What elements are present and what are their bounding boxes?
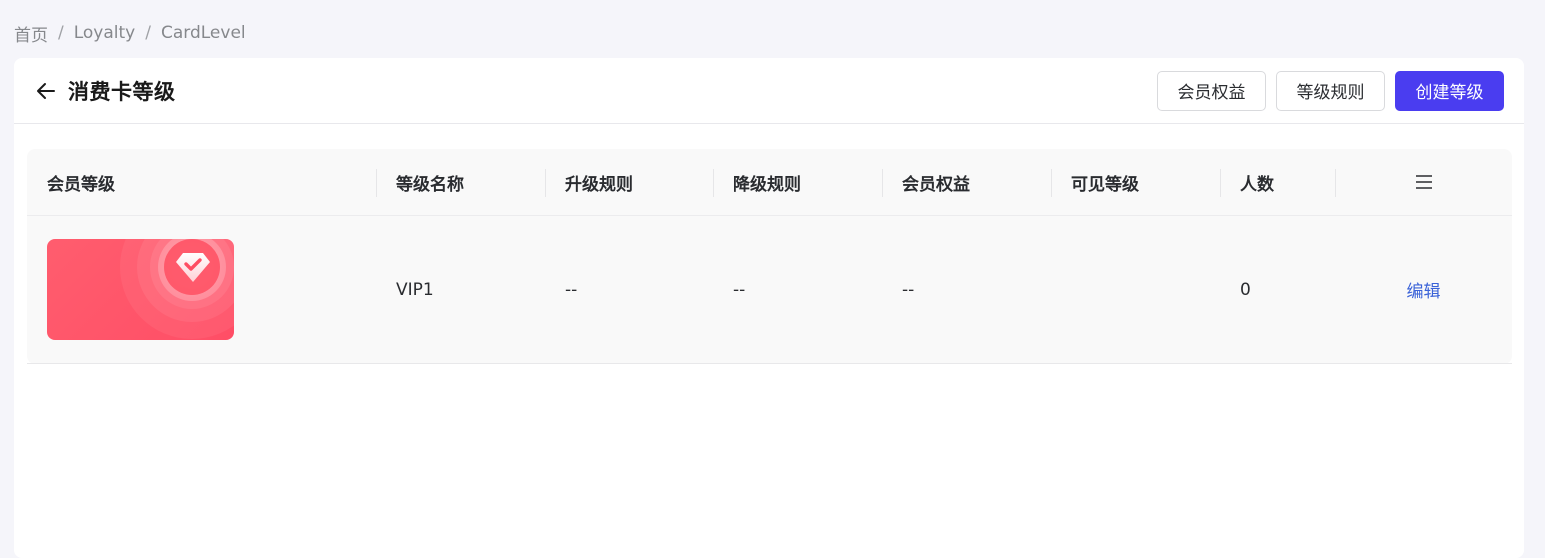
breadcrumb: 首页 / Loyalty / CardLevel [14,21,246,46]
column-header-upgrade-rule: 升级规则 [545,149,713,216]
cell-count: 0 [1240,279,1251,300]
level-card-image [47,239,234,340]
column-header-visible-level: 可见等级 [1051,149,1220,216]
column-header-downgrade-rule: 降级规则 [713,149,882,216]
table-row: VIP1 -- -- -- 0 编辑 [27,216,1512,364]
breadcrumb-separator: / [58,23,64,43]
column-header-count: 人数 [1220,149,1335,216]
menu-lines-icon[interactable] [1415,174,1433,190]
cell-benefits: -- [902,279,915,300]
main-card: 消费卡等级 会员权益 等级规则 创建等级 会员等级 等级名称 升级规则 降级规则… [14,58,1524,558]
cell-downgrade-rule: -- [733,279,746,300]
cell-member-level [27,216,376,364]
column-settings [1335,149,1512,216]
page-header: 消费卡等级 会员权益 等级规则 创建等级 [14,58,1524,124]
breadcrumb-item-home[interactable]: 首页 [14,21,48,46]
diamond-check-icon [174,249,212,290]
column-header-level-name: 等级名称 [376,149,545,216]
breadcrumb-separator: / [145,23,151,43]
column-header-member-level: 会员等级 [47,174,115,195]
cell-actions: 编辑 [1335,216,1512,364]
page-title: 消费卡等级 [68,79,176,104]
cell-upgrade-rule: -- [565,279,578,300]
cell-level-name: VIP1 [396,279,434,300]
cell-visible-level [1051,216,1220,364]
column-header-benefits: 会员权益 [882,149,1051,216]
create-level-button[interactable]: 创建等级 [1395,70,1504,111]
arrow-left-icon[interactable] [34,79,58,103]
edit-link[interactable]: 编辑 [1407,277,1441,302]
level-table: 会员等级 等级名称 升级规则 降级规则 会员权益 可见等级 人数 VIP1 --… [27,149,1512,364]
level-rules-button[interactable]: 等级规则 [1276,70,1385,111]
table-header: 会员等级 等级名称 升级规则 降级规则 会员权益 可见等级 人数 [27,149,1512,216]
member-benefits-button[interactable]: 会员权益 [1157,70,1266,111]
breadcrumb-item-loyalty[interactable]: Loyalty [74,23,136,43]
breadcrumb-item-cardlevel: CardLevel [160,23,246,43]
